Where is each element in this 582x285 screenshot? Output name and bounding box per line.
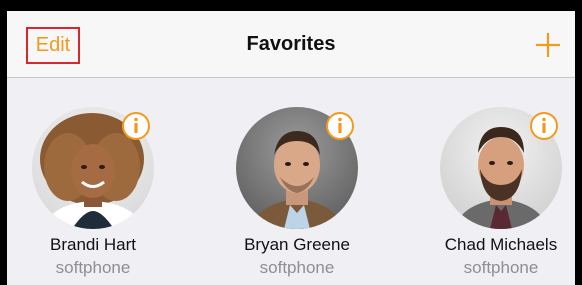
contact-name: Bryan Greene xyxy=(244,235,350,254)
contact-name: Chad Michaels xyxy=(444,235,558,254)
favorite-contact[interactable]: Chad Michaels softphone xyxy=(415,78,575,285)
contact-name: Brandi Hart xyxy=(50,235,136,254)
favorites-screen: Edit Favorites Brandi Hart softphone Bry… xyxy=(7,11,575,285)
info-icon[interactable] xyxy=(121,111,151,141)
info-icon[interactable] xyxy=(325,111,355,141)
favorite-contact[interactable]: Bryan Greene softphone xyxy=(211,78,381,285)
favorite-contact[interactable]: Brandi Hart softphone xyxy=(7,78,177,285)
favorites-list: Brandi Hart softphone Bryan Greene softp… xyxy=(7,78,575,285)
page-title: Favorites xyxy=(246,33,336,55)
contact-type: softphone xyxy=(259,258,335,277)
navigation-bar: Edit Favorites xyxy=(7,11,575,78)
contact-type: softphone xyxy=(463,258,539,277)
info-icon[interactable] xyxy=(529,111,559,141)
contact-type: softphone xyxy=(55,258,131,277)
plus-icon[interactable] xyxy=(533,30,563,60)
